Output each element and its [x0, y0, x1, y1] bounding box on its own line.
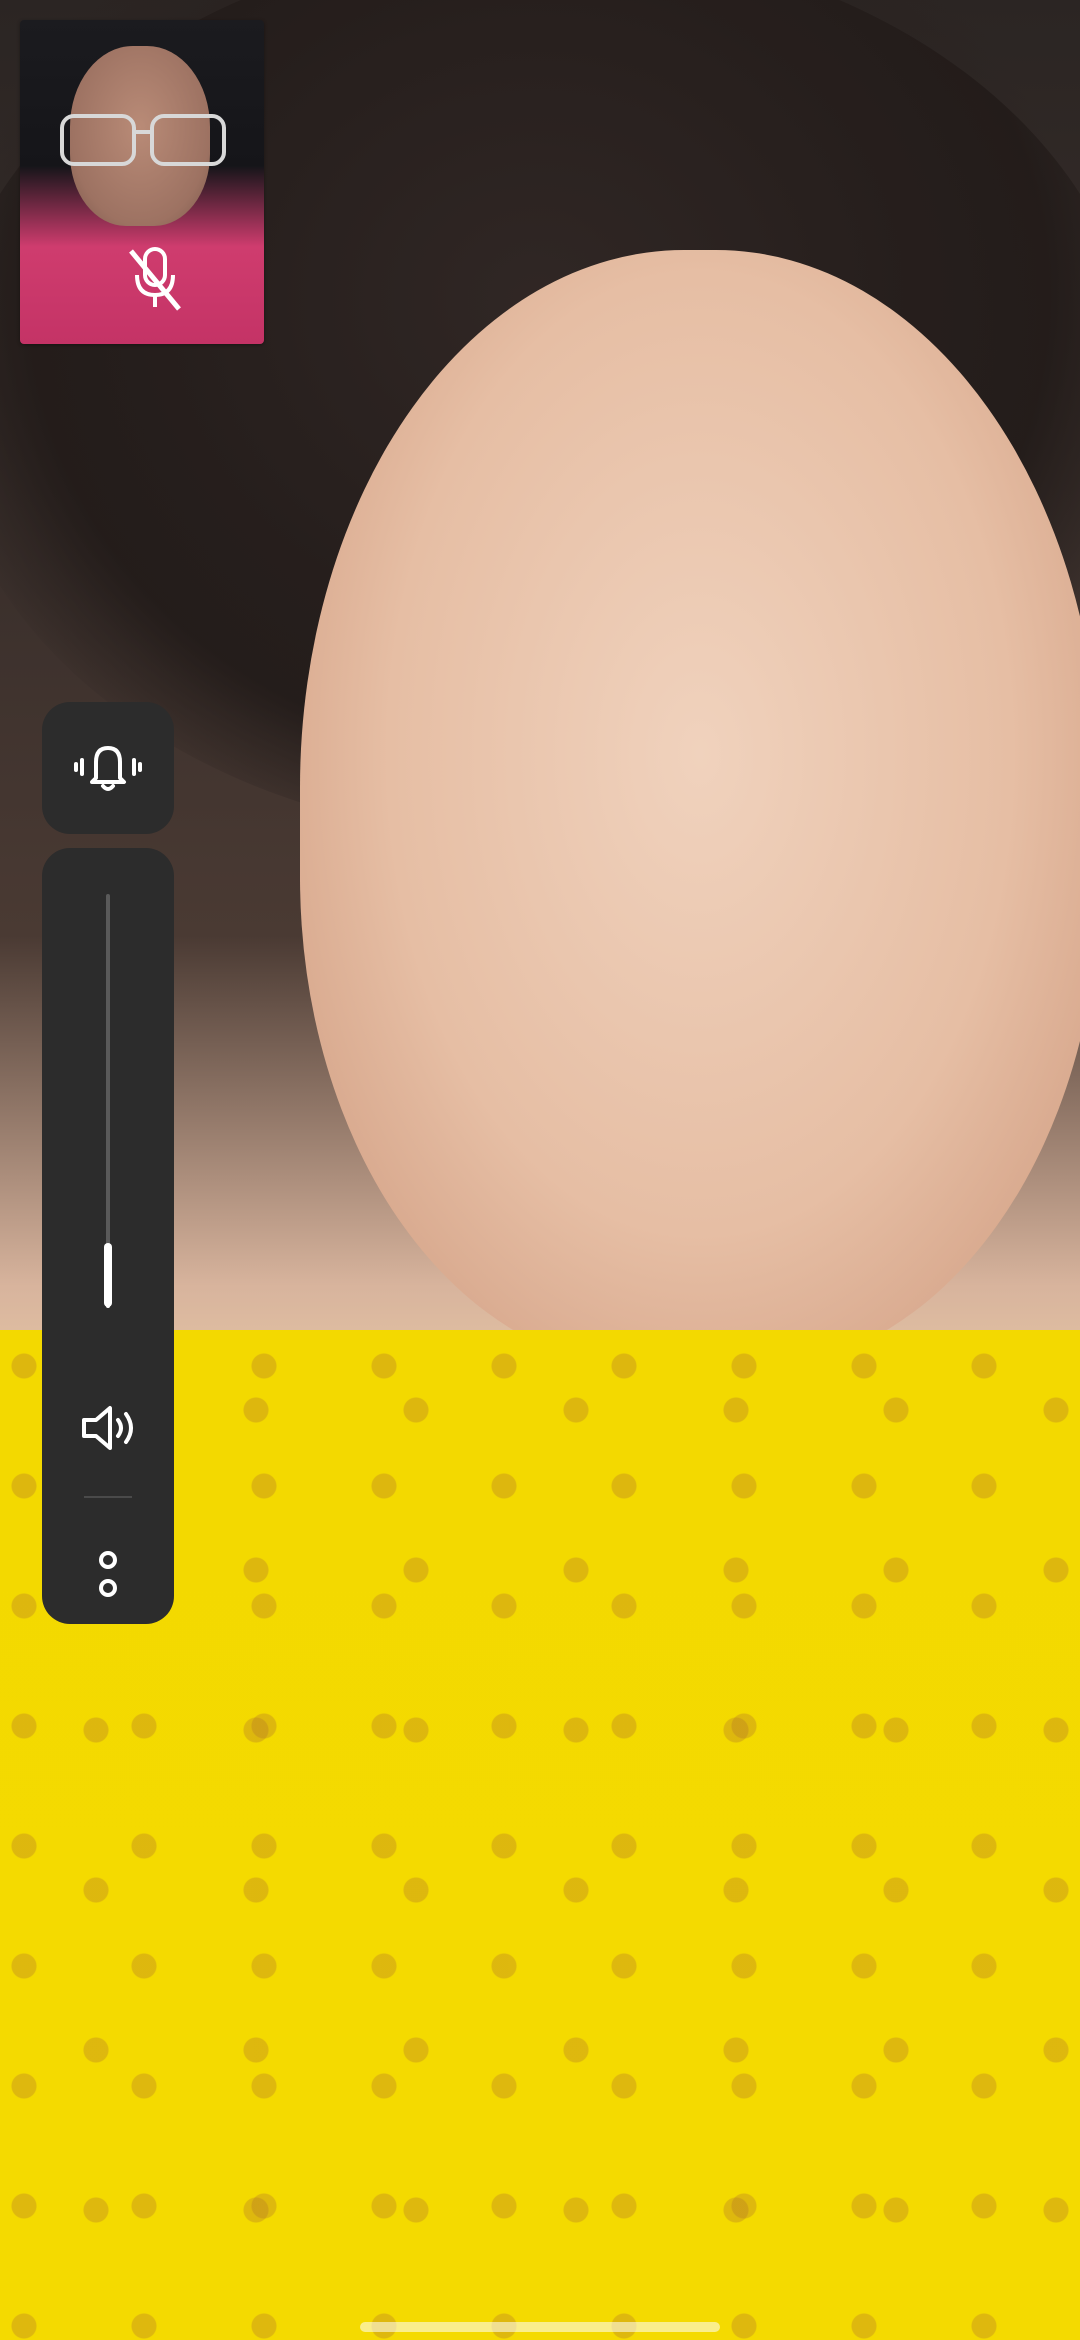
- more-options-icon[interactable]: [92, 1548, 124, 1602]
- ring-mode-button[interactable]: [42, 702, 174, 834]
- video-call-screen: [0, 0, 1080, 2340]
- volume-slider-thumb[interactable]: [104, 1243, 112, 1307]
- gesture-navigation-handle[interactable]: [360, 2322, 720, 2332]
- glasses-shape: [60, 114, 226, 166]
- volume-panel-divider: [84, 1496, 132, 1498]
- remote-video-face: [300, 250, 1080, 1370]
- self-preview-thumbnail[interactable]: [20, 20, 264, 344]
- mic-off-icon: [129, 247, 181, 311]
- bell-vibrate-icon: [74, 746, 142, 791]
- speaker-icon[interactable]: [76, 1396, 140, 1460]
- volume-panel: [42, 848, 174, 1624]
